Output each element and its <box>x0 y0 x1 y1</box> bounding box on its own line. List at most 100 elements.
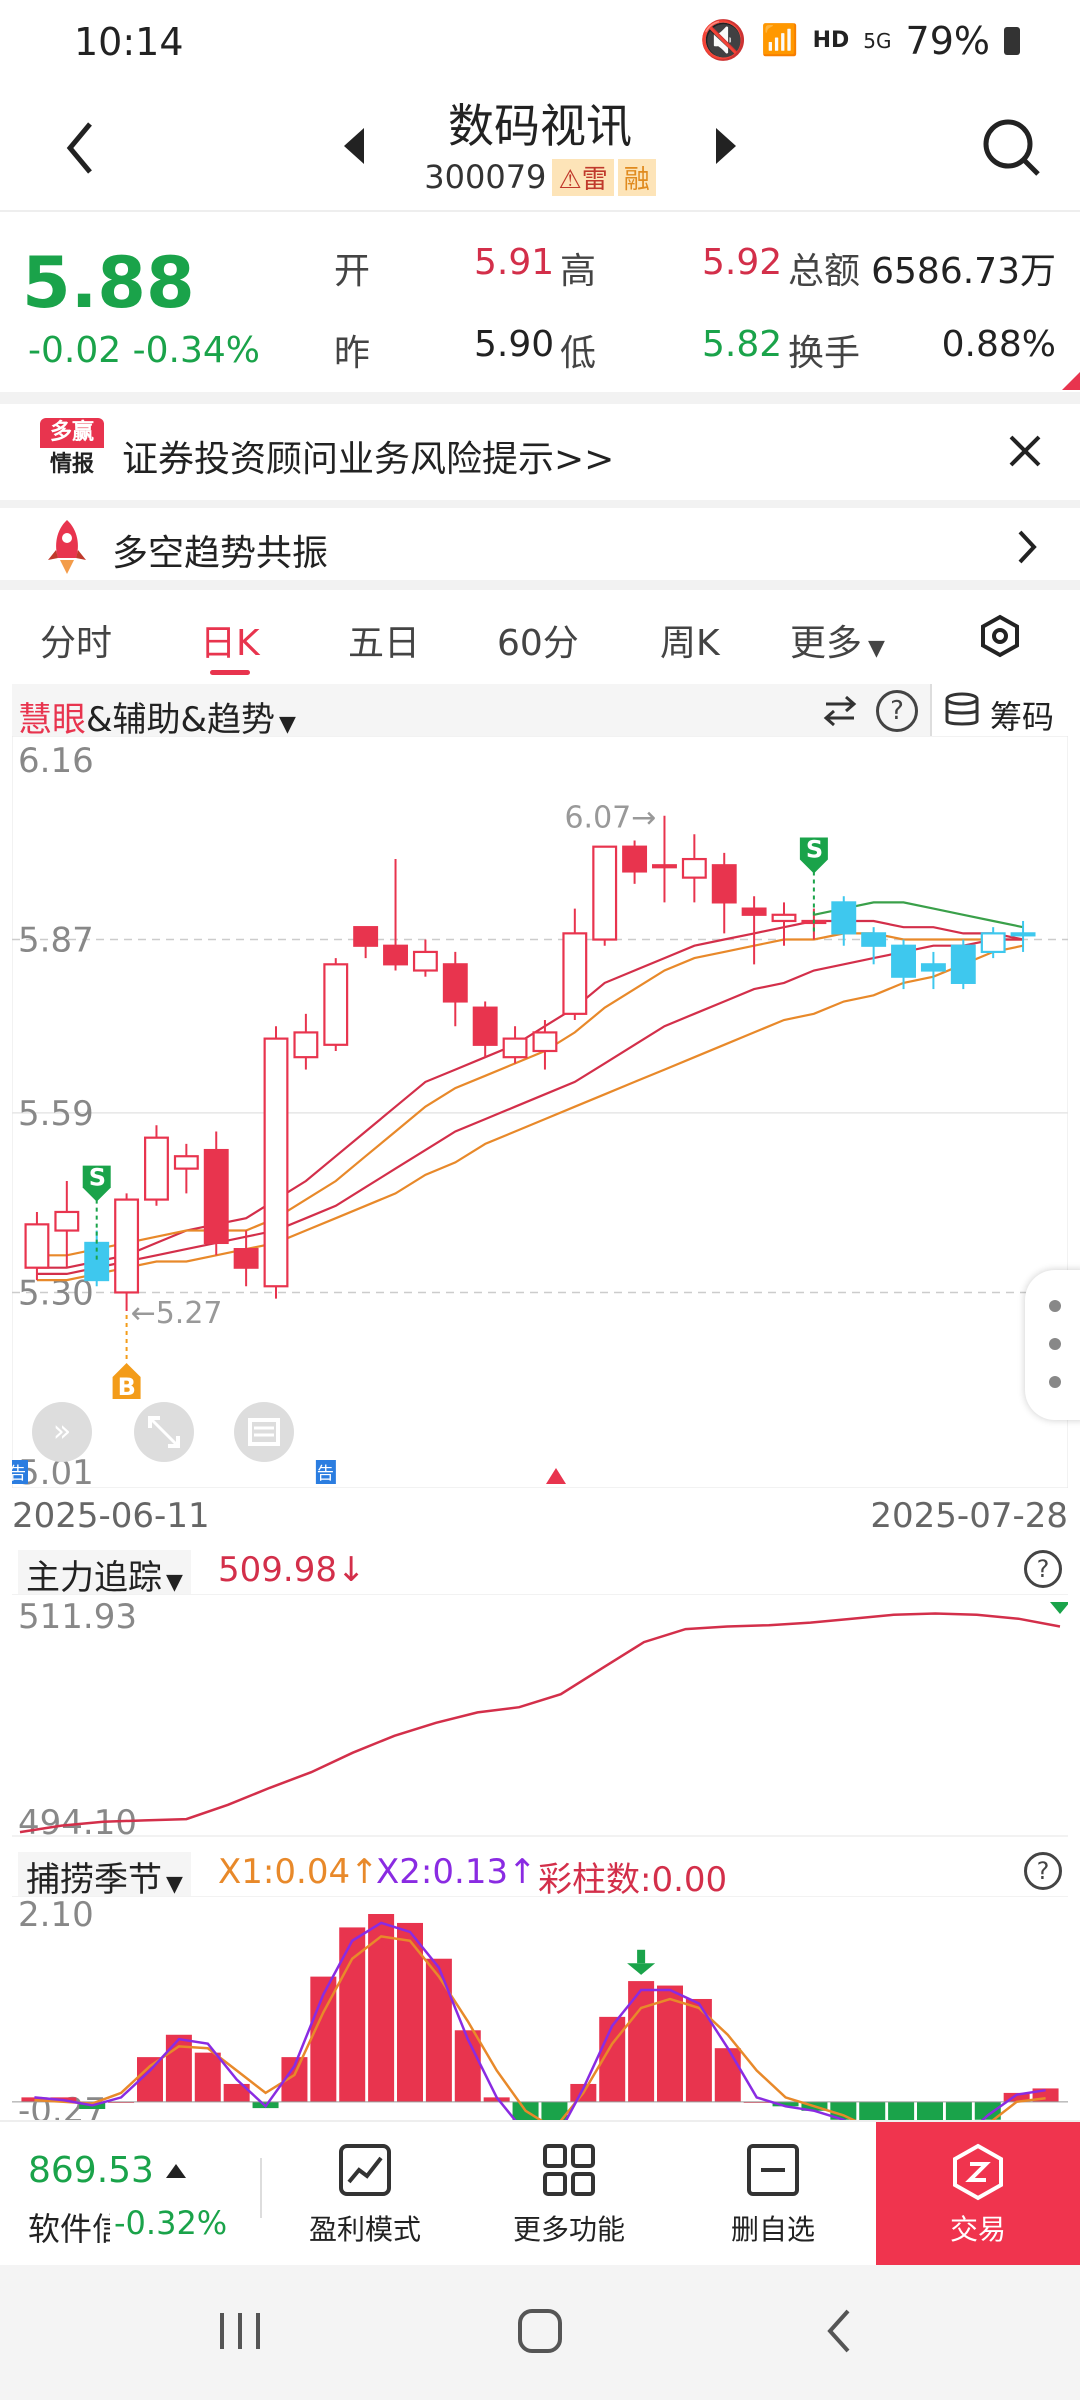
histogram-bar <box>425 1958 452 2102</box>
side-menu-handle[interactable] <box>1025 1270 1080 1420</box>
search-icon[interactable] <box>980 116 1044 184</box>
fullscreen-button[interactable] <box>134 1402 194 1462</box>
candle-body <box>532 1031 558 1053</box>
trend-banner-text: 多空趋势共振 <box>112 533 329 574</box>
index-name: 软件信 <box>28 2210 110 2248</box>
banner-text: 证券投资顾问业务风险提示>> <box>122 439 615 480</box>
logo-top-text: 多赢 <box>40 418 104 448</box>
index-change: -0.32% <box>114 2204 228 2242</box>
candle-body <box>622 845 648 873</box>
rocket-icon <box>42 516 92 580</box>
index-widget[interactable]: 869.53 软件信 -0.32% <box>0 2122 260 2267</box>
candle-body <box>203 1148 229 1245</box>
swap-icon[interactable] <box>822 692 858 732</box>
chips-button[interactable]: 筹码 <box>930 684 1070 736</box>
wifi-icon: 📶 <box>761 23 799 58</box>
candle-body <box>562 932 588 1015</box>
profit-mode-button[interactable]: 盈利模式 <box>290 2142 440 2262</box>
recent-apps-icon[interactable] <box>216 2309 264 2357</box>
trade-icon <box>953 2143 1003 2201</box>
tab-daily[interactable]: 日K <box>200 614 260 666</box>
sub2-x2: X2:0.13↑ <box>376 1852 537 1892</box>
histogram-bar <box>685 1998 712 2102</box>
status-bar: 10:14 🔇 📶 HD 5G 79% <box>0 0 1080 90</box>
candle-body <box>144 1136 169 1201</box>
close-icon[interactable] <box>1008 434 1042 472</box>
sub2-x1: X1:0.04↑ <box>218 1852 379 1892</box>
sub2-bars: 彩柱数:0.00 <box>538 1860 728 1900</box>
main-force-chart[interactable]: 511.93494.10 <box>12 1594 1068 1846</box>
tab-more[interactable]: 更多 ▼ <box>790 614 885 666</box>
candle-body <box>920 963 946 972</box>
sub2-indicator-bar: 捕捞季节 ▼ X1:0.04↑ X2:0.13↑ 彩柱数:0.00 ? <box>12 1846 1068 1901</box>
tab-minute[interactable]: 分时 <box>40 614 112 666</box>
quote-panel[interactable]: 5.88 -0.02 -0.34% 开 5.91 高 5.92 总额 6586.… <box>0 212 1080 392</box>
low-price-marker: ←5.27 <box>131 1296 223 1331</box>
candle-body <box>771 913 797 923</box>
margin-tag[interactable]: 融 <box>617 159 656 196</box>
high-price-marker: 6.07→ <box>564 801 656 836</box>
remove-watchlist-button[interactable]: 删自选 <box>698 2142 848 2262</box>
logo-bottom-text: 情报 <box>49 452 94 477</box>
fishing-season-chart[interactable]: 2.10-0.27 <box>12 1896 1068 2120</box>
histogram-bar <box>397 1922 423 2102</box>
risk-tag[interactable]: ⚠雷 <box>552 159 614 196</box>
divider <box>0 580 1080 590</box>
histogram-bar <box>859 2101 886 2120</box>
histogram-bar <box>888 2101 915 2120</box>
high-label: 高 <box>560 251 597 292</box>
next-stock-icon[interactable] <box>712 126 738 170</box>
more-functions-button[interactable]: 更多功能 <box>494 2142 644 2262</box>
play-button[interactable]: » <box>32 1402 92 1462</box>
grid-icon <box>543 2144 595 2196</box>
trade-button[interactable]: 交易 <box>876 2122 1080 2267</box>
low-label: 低 <box>560 333 597 374</box>
caret-up-icon <box>166 2164 186 2178</box>
sub1-indicator-select[interactable]: 主力追踪 ▼ <box>18 1550 191 1599</box>
main-indicator-select[interactable]: 慧眼&辅助&趋势 ▼ <box>18 692 296 741</box>
tab-60min[interactable]: 60分 <box>497 614 579 666</box>
trade-label: 交易 <box>949 2213 1006 2246</box>
caret-down-icon: ▼ <box>166 1872 183 1897</box>
kline-chart[interactable]: 6.165.875.595.305.016.07→←5.27SSB告告 <box>12 736 1068 1488</box>
help-icon[interactable]: ? <box>1024 1852 1062 1890</box>
settings-icon[interactable] <box>978 614 1022 662</box>
candle-body <box>592 845 618 941</box>
candle-body <box>741 907 767 916</box>
candle-body <box>831 901 857 935</box>
change-percent: -0.34% <box>132 330 260 371</box>
sub1-value: 509.98↓ <box>218 1550 366 1590</box>
tab-five-day[interactable]: 五日 <box>348 614 420 666</box>
down-signal-stem <box>637 1949 646 1964</box>
buy-signal-label: B <box>118 1373 136 1401</box>
database-icon <box>944 692 980 732</box>
status-icons: 🔇 📶 HD 5G 79% <box>700 18 1020 63</box>
risk-banner[interactable]: 多赢 情报 证券投资顾问业务风险提示>> <box>0 404 1080 500</box>
kline-frame <box>12 736 1068 1488</box>
expand-icon <box>148 1416 180 1448</box>
remove-watchlist-label: 删自选 <box>730 2213 815 2246</box>
screenshot-button[interactable] <box>234 1402 294 1462</box>
chevron-right-icon[interactable] <box>1016 528 1038 570</box>
candle-body <box>711 864 737 904</box>
trend-banner[interactable]: 多空趋势共振 <box>0 508 1080 588</box>
sub2-indicator-select[interactable]: 捕捞季节 ▼ <box>18 1852 191 1901</box>
candle-body <box>233 1248 259 1269</box>
notice-label: 告 <box>12 1464 26 1484</box>
home-icon[interactable] <box>516 2307 564 2359</box>
stock-name: 数码视讯 <box>448 99 632 153</box>
candle-body <box>681 857 707 879</box>
tab-weekly[interactable]: 周K <box>660 614 720 666</box>
candle-body <box>54 1210 80 1232</box>
histogram-bar <box>194 2052 221 2102</box>
prev-close-value: 5.90 <box>474 324 555 365</box>
help-icon[interactable]: ? <box>1024 1550 1062 1588</box>
histogram-bar <box>714 2048 741 2102</box>
period-tabs: 分时 日K 五日 60分 周K 更多 ▼ <box>0 590 1080 680</box>
indicator-a-label: 慧眼 <box>18 700 86 740</box>
sub2-name: 捕捞季节 <box>26 1860 162 1900</box>
back-nav-icon[interactable] <box>824 2307 854 2359</box>
tab-more-label: 更多 <box>790 623 863 664</box>
help-icon[interactable]: ? <box>876 690 918 732</box>
histogram-bar <box>165 2034 192 2102</box>
